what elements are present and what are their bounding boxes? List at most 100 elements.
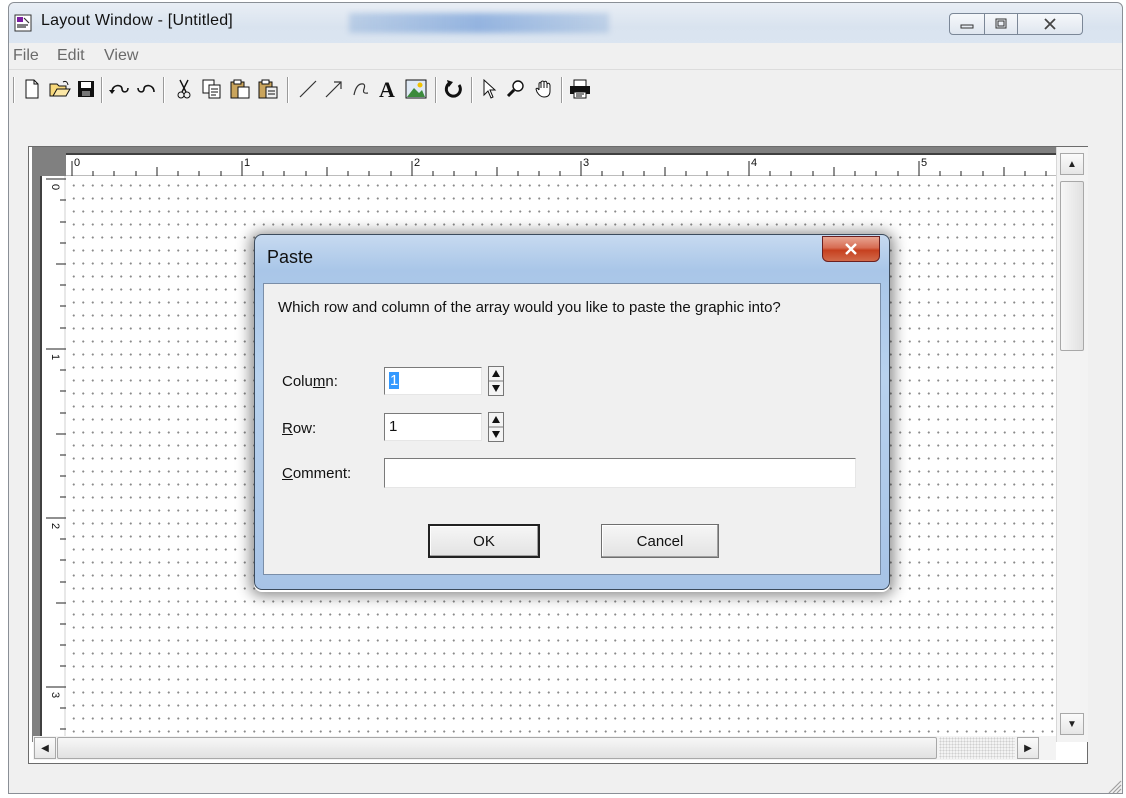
save-icon bbox=[78, 81, 94, 97]
column-input[interactable]: 1 bbox=[384, 367, 482, 395]
text-tool-button[interactable]: A bbox=[375, 76, 401, 102]
toolbar-separator bbox=[471, 77, 473, 103]
row-spinner[interactable] bbox=[488, 412, 504, 442]
rotate-icon bbox=[444, 80, 462, 98]
dialog-close-button[interactable] bbox=[822, 236, 880, 262]
column-value: 1 bbox=[389, 372, 400, 389]
scroll-left-button[interactable]: ◀ bbox=[34, 737, 56, 759]
row-label: Row: bbox=[282, 420, 317, 437]
menu-bar: File Edit View bbox=[9, 43, 1122, 70]
toolbar-separator bbox=[561, 77, 563, 103]
ruler-h-label-1: 1 bbox=[244, 157, 250, 169]
undo-icon bbox=[109, 84, 129, 94]
minimize-icon bbox=[960, 24, 974, 29]
cancel-button[interactable]: Cancel bbox=[601, 524, 719, 558]
minimize-button[interactable] bbox=[949, 13, 985, 35]
window-title: Layout Window - [Untitled] bbox=[41, 12, 233, 29]
menu-edit[interactable]: Edit bbox=[57, 47, 85, 65]
layout-app-icon bbox=[14, 14, 32, 32]
horizontal-scroll-thumb[interactable] bbox=[57, 737, 937, 759]
vertical-ruler: 0 1 2 3 bbox=[32, 176, 66, 742]
menu-view[interactable]: View bbox=[104, 47, 138, 65]
background-blur bbox=[349, 13, 609, 33]
ruler-v-label-2: 2 bbox=[49, 523, 61, 529]
menu-file[interactable]: File bbox=[13, 47, 39, 65]
text-icon: A bbox=[379, 78, 395, 100]
resize-grip-icon[interactable] bbox=[1104, 776, 1122, 794]
freeform-tool-button[interactable] bbox=[349, 76, 375, 102]
open-icon bbox=[49, 80, 71, 97]
pan-tool-button[interactable] bbox=[531, 76, 557, 102]
scroll-track[interactable] bbox=[939, 737, 1015, 759]
toolbar-separator bbox=[13, 77, 15, 103]
vertical-scrollbar[interactable]: ▲ ▼ bbox=[1056, 147, 1088, 742]
comment-input[interactable] bbox=[384, 458, 856, 488]
toolbar-separator bbox=[163, 77, 165, 103]
window-close-button[interactable] bbox=[1017, 13, 1083, 35]
paste-special-button[interactable] bbox=[255, 76, 281, 102]
scroll-up-button[interactable]: ▲ bbox=[1060, 153, 1084, 175]
redo-button[interactable] bbox=[133, 76, 159, 102]
horizontal-ruler: 0 1 2 3 4 5 bbox=[32, 147, 1056, 176]
close-icon bbox=[845, 243, 857, 255]
row-input[interactable]: 1 bbox=[384, 413, 482, 441]
column-spinner[interactable] bbox=[488, 366, 504, 396]
paste-button[interactable] bbox=[227, 76, 253, 102]
print-button[interactable] bbox=[567, 76, 593, 102]
line-tool-button[interactable] bbox=[295, 76, 321, 102]
copy-icon bbox=[202, 79, 221, 99]
arrow-tool-button[interactable] bbox=[321, 76, 347, 102]
ruler-v-label-1: 1 bbox=[49, 354, 61, 360]
line-icon bbox=[299, 80, 317, 98]
save-button[interactable] bbox=[73, 76, 99, 102]
dialog-question: Which row and column of the array would … bbox=[278, 299, 781, 316]
ruler-v-label-3: 3 bbox=[49, 692, 61, 698]
horizontal-scrollbar[interactable]: ◀ ▶ bbox=[33, 736, 1056, 760]
picture-icon bbox=[405, 79, 427, 99]
arrow-icon bbox=[325, 81, 342, 98]
restore-icon bbox=[995, 18, 1007, 29]
ruler-v-label-0: 0 bbox=[49, 184, 61, 190]
zoom-icon bbox=[506, 80, 524, 98]
pointer-icon bbox=[483, 79, 497, 99]
toolbar-separator bbox=[287, 77, 289, 103]
dialog-title: Paste bbox=[267, 247, 314, 267]
scroll-right-button[interactable]: ▶ bbox=[1017, 737, 1039, 759]
copy-button[interactable] bbox=[199, 76, 225, 102]
column-label: Column: bbox=[282, 373, 338, 390]
ruler-h-label-4: 4 bbox=[751, 157, 757, 169]
ruler-h-label-5: 5 bbox=[921, 157, 927, 169]
new-icon bbox=[25, 79, 39, 99]
row-value: 1 bbox=[389, 418, 398, 435]
ruler-h-label-2: 2 bbox=[414, 157, 420, 169]
zoom-tool-button[interactable] bbox=[503, 76, 529, 102]
paste-icon bbox=[230, 79, 250, 99]
dialog-body: Which row and column of the array would … bbox=[263, 283, 881, 575]
close-icon bbox=[1044, 18, 1056, 30]
freeform-icon bbox=[353, 83, 369, 96]
cut-button[interactable] bbox=[171, 76, 197, 102]
new-button[interactable] bbox=[19, 76, 45, 102]
pan-icon bbox=[535, 80, 551, 98]
title-bar: Layout Window - [Untitled] bbox=[9, 3, 1122, 43]
ruler-h-label-0: 0 bbox=[74, 157, 80, 169]
toolbar: A bbox=[9, 70, 1122, 110]
picture-tool-button[interactable] bbox=[403, 76, 429, 102]
restore-button[interactable] bbox=[984, 13, 1018, 35]
toolbar-separator bbox=[435, 77, 437, 103]
scroll-down-button[interactable]: ▼ bbox=[1060, 713, 1084, 735]
paste-special-icon bbox=[258, 79, 278, 99]
ok-button[interactable]: OK bbox=[428, 524, 540, 558]
undo-button[interactable] bbox=[107, 76, 133, 102]
toolbar-separator bbox=[101, 77, 103, 103]
cut-icon bbox=[177, 79, 191, 99]
redo-icon bbox=[137, 84, 155, 93]
ruler-h-label-3: 3 bbox=[583, 157, 589, 169]
vertical-scroll-thumb[interactable] bbox=[1060, 181, 1084, 351]
open-button[interactable] bbox=[47, 76, 73, 102]
pointer-tool-button[interactable] bbox=[477, 76, 503, 102]
print-icon bbox=[570, 79, 590, 99]
svg-text:A: A bbox=[379, 78, 395, 100]
paste-dialog: Paste Which row and column of the array … bbox=[254, 234, 890, 590]
rotate-button[interactable] bbox=[441, 76, 467, 102]
